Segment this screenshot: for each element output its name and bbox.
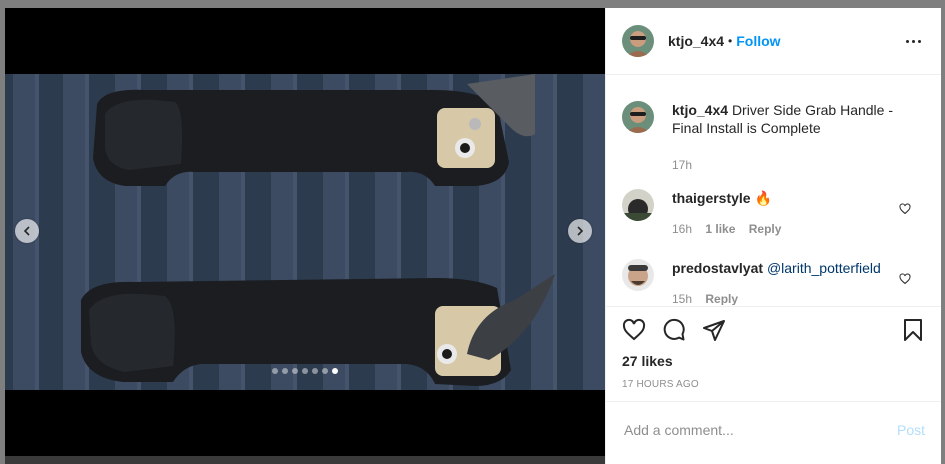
- share-icon[interactable]: [702, 318, 726, 342]
- separator-dot: •: [728, 34, 733, 48]
- reply-button[interactable]: Reply: [705, 292, 738, 305]
- more-options-icon[interactable]: [902, 36, 925, 47]
- carousel-indicator: [5, 368, 605, 374]
- carousel-dot: [322, 368, 328, 374]
- post-media[interactable]: [5, 8, 605, 456]
- post-timestamp[interactable]: 17 HOURS AGO: [622, 379, 699, 390]
- bookmark-icon[interactable]: [901, 318, 925, 342]
- comment-time[interactable]: 15h: [672, 292, 692, 305]
- like-comment-icon[interactable]: [899, 203, 911, 215]
- chevron-right-icon: [577, 226, 584, 236]
- comment-text: 🔥: [754, 190, 772, 206]
- avatar[interactable]: [622, 259, 654, 291]
- comments-list[interactable]: ktjo_4x4 Driver Side Grab Handle - Final…: [606, 89, 941, 305]
- caption-time[interactable]: 17h: [672, 158, 692, 172]
- actions-divider: [606, 306, 941, 307]
- avatar[interactable]: [622, 25, 654, 57]
- comment-time[interactable]: 16h: [672, 222, 692, 236]
- caption: ktjo_4x4 Driver Side Grab Handle - Final…: [622, 101, 925, 174]
- action-bar: [622, 318, 925, 344]
- carousel-dot-active: [332, 368, 338, 374]
- comment-icon[interactable]: [662, 318, 686, 342]
- chevron-left-icon: [23, 226, 30, 236]
- carousel-dot: [292, 368, 298, 374]
- comment-form: Post: [606, 401, 941, 458]
- background-strip: [5, 456, 605, 464]
- avatar[interactable]: [622, 101, 654, 133]
- comment-mention[interactable]: @larith_potterfield: [767, 260, 881, 276]
- username[interactable]: ktjo_4x4: [668, 33, 724, 49]
- post-header: ktjo_4x4 • Follow: [606, 8, 941, 75]
- list-item: predostavlyat @larith_potterfield 15h Re…: [622, 259, 925, 305]
- like-comment-icon[interactable]: [899, 273, 911, 285]
- previous-image-button[interactable]: [15, 219, 39, 243]
- post-photo: [5, 74, 605, 390]
- carousel-dot: [302, 368, 308, 374]
- heart-icon[interactable]: [622, 318, 646, 342]
- next-image-button[interactable]: [568, 219, 592, 243]
- comment-likes[interactable]: 1 like: [705, 222, 735, 236]
- carousel-dot: [312, 368, 318, 374]
- carousel-dot: [272, 368, 278, 374]
- like-count[interactable]: 27 likes: [622, 353, 673, 369]
- follow-button[interactable]: Follow: [736, 33, 780, 49]
- post-comment-button[interactable]: Post: [897, 422, 925, 438]
- carousel-dot: [282, 368, 288, 374]
- avatar[interactable]: [622, 189, 654, 221]
- caption-username[interactable]: ktjo_4x4: [672, 102, 728, 118]
- comment-input[interactable]: [622, 421, 876, 439]
- post-sidebar: ktjo_4x4 • Follow ktjo_4x4 Driver Side G…: [605, 8, 941, 464]
- reply-button[interactable]: Reply: [749, 222, 782, 236]
- list-item: thaigerstyle 🔥 16h 1 like Reply: [622, 189, 925, 238]
- comment-username[interactable]: predostavlyat: [672, 260, 763, 276]
- comment-username[interactable]: thaigerstyle: [672, 190, 751, 206]
